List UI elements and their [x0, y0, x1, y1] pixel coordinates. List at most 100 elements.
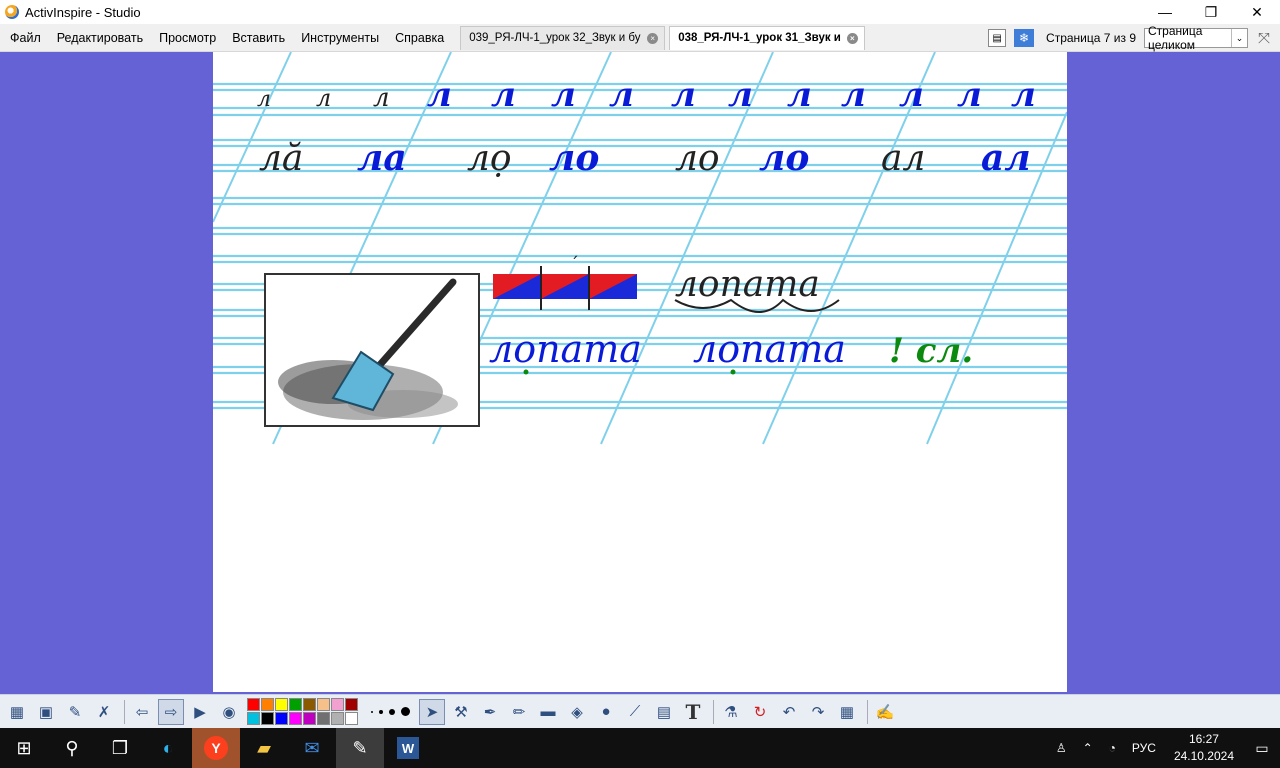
windows-start-icon[interactable]: ⊞ — [0, 728, 48, 768]
fullscreen-icon[interactable]: ⤧ — [1254, 28, 1274, 48]
menu-help[interactable]: Справка — [387, 26, 452, 50]
green-dot — [523, 369, 529, 375]
people-icon[interactable]: ♙ — [1048, 741, 1075, 755]
main-menu-icon[interactable]: ▦ — [4, 699, 30, 725]
color-swatch[interactable] — [317, 712, 330, 725]
minimize-button[interactable]: — — [1142, 0, 1188, 24]
workspace: л л л л л л л л л л л л л л лă ла лọ ло — [0, 52, 1280, 694]
shapes-icon[interactable]: ● — [593, 699, 619, 725]
color-swatch[interactable] — [331, 698, 344, 711]
clapper-icon[interactable]: ▤ — [651, 699, 677, 725]
play-icon[interactable]: ▶ — [187, 699, 213, 725]
color-swatch[interactable] — [289, 712, 302, 725]
browser-icon[interactable]: ▣ — [33, 699, 59, 725]
width-dot[interactable] — [401, 707, 410, 716]
tools-icon[interactable]: ⚒ — [448, 699, 474, 725]
color-swatch[interactable] — [345, 698, 358, 711]
edge-icon[interactable]: ◐ — [144, 728, 192, 768]
prev-page-icon[interactable]: ⇦ — [129, 699, 155, 725]
clear-icon[interactable]: ⚗ — [718, 699, 744, 725]
task-view-icon[interactable]: ❐ — [96, 728, 144, 768]
separator — [867, 699, 868, 724]
pen-width-selector[interactable] — [368, 707, 413, 716]
word-icon[interactable]: W — [384, 728, 432, 768]
snowflake-icon[interactable]: ❄ — [1014, 29, 1035, 47]
color-swatch[interactable] — [289, 698, 302, 711]
menu-insert[interactable]: Вставить — [224, 26, 293, 50]
color-swatch[interactable] — [317, 698, 330, 711]
pen-icon[interactable]: ✒ — [477, 699, 503, 725]
color-swatch[interactable] — [275, 712, 288, 725]
letter-blue: л — [609, 75, 634, 115]
clock-date: 24.10.2024 — [1173, 749, 1234, 763]
reset-page-icon[interactable]: ↻ — [747, 699, 773, 725]
shovel-picture[interactable] — [264, 273, 480, 427]
color-swatch[interactable] — [331, 712, 344, 725]
tab-lesson-32[interactable]: 039_РЯ-ЛЧ-1_урок 32_Звук и бук × — [460, 25, 666, 50]
title-bar: ActivInspire - Studio — ❐ ✕ — [0, 0, 1280, 24]
main-toolbox: ▦ ▣ ✎ ✗ ⇦ ⇨ ▶ ◉ ➤ ⚒ ✒ ✏ ▬ ◈ ● ⟋ ▤ T ⚗ ↻ … — [0, 694, 1280, 728]
color-swatch[interactable] — [261, 698, 274, 711]
separator — [713, 699, 714, 724]
activinspire-taskbar-icon[interactable]: ✎ — [336, 728, 384, 768]
notifications-icon[interactable]: ▭ — [1244, 728, 1280, 768]
width-dot[interactable] — [371, 710, 373, 713]
network-icon[interactable]: ◔ — [1101, 741, 1124, 755]
select-arrow-icon[interactable]: ➤ — [419, 698, 445, 725]
color-swatch[interactable] — [261, 712, 274, 725]
color-swatch[interactable] — [345, 712, 358, 725]
width-dot[interactable] — [379, 709, 383, 714]
chevron-up-icon[interactable]: ⌃ — [1075, 741, 1101, 755]
letter-blue: л — [551, 75, 576, 115]
flipchart-icon[interactable]: ✎ — [62, 699, 88, 725]
restore-button[interactable]: ❐ — [1188, 0, 1234, 24]
language-indicator[interactable]: РУС — [1124, 741, 1164, 755]
undo-icon[interactable]: ↶ — [776, 699, 802, 725]
highlighter-icon[interactable]: ✏ — [506, 699, 532, 725]
page-notes-icon[interactable]: ▦ — [834, 699, 860, 725]
syllable-blue: ло — [759, 137, 809, 179]
clock[interactable]: 16:27 24.10.2024 — [1164, 731, 1244, 765]
pen-mode-icon[interactable]: ✍ — [872, 699, 898, 725]
menu-edit[interactable]: Редактировать — [49, 26, 151, 50]
clock-time: 16:27 — [1188, 732, 1219, 746]
color-swatch[interactable] — [247, 698, 260, 711]
next-page-icon[interactable]: ⇨ — [158, 698, 184, 725]
page-sorter-icon[interactable]: ▤ — [988, 29, 1007, 47]
syllable-blue: ла — [357, 137, 407, 179]
menu-view[interactable]: Просмотр — [151, 26, 224, 50]
color-swatch[interactable] — [275, 698, 288, 711]
letter-blue: л — [427, 75, 452, 115]
tab-close-icon[interactable]: × — [647, 32, 659, 44]
menu-tools[interactable]: Инструменты — [293, 26, 387, 50]
color-palette[interactable] — [247, 698, 358, 725]
desktop-annotate-icon[interactable]: ✗ — [91, 699, 117, 725]
syllable-sample: ал — [881, 138, 925, 179]
redo-icon[interactable]: ↷ — [805, 699, 831, 725]
file-explorer-icon[interactable]: ▰ — [240, 728, 288, 768]
chevron-down-icon[interactable]: ⌄ — [1231, 29, 1247, 47]
text-tool-icon[interactable]: T — [680, 699, 706, 725]
written-word-marked: лопата — [693, 327, 846, 371]
color-swatch[interactable] — [247, 712, 260, 725]
tab-lesson-31[interactable]: 038_РЯ-ЛЧ-1_урок 31_Звук и × — [669, 25, 865, 50]
flipchart-page[interactable]: л л л л л л л л л л л л л л лă ла лọ ло — [213, 52, 1067, 692]
tab-close-icon[interactable]: × — [846, 32, 858, 44]
syllable-sample: ло — [675, 138, 720, 179]
yandex-icon[interactable]: Y — [192, 728, 240, 768]
width-dot[interactable] — [389, 708, 395, 715]
menu-file[interactable]: Файл — [2, 26, 49, 50]
connector-icon[interactable]: ⟋ — [622, 699, 648, 725]
color-swatch[interactable] — [303, 712, 316, 725]
mail-icon[interactable]: ✉ — [288, 728, 336, 768]
globe-icon[interactable]: ◉ — [216, 699, 242, 725]
color-swatch[interactable] — [303, 698, 316, 711]
eraser-icon[interactable]: ▬ — [535, 699, 561, 725]
zoom-select[interactable]: Страница целиком ⌄ — [1144, 24, 1248, 52]
letter-blue: л — [841, 75, 866, 115]
close-button[interactable]: ✕ — [1234, 0, 1280, 24]
search-icon[interactable]: ⚲ — [48, 728, 96, 768]
letter-blue: л — [671, 75, 696, 115]
fill-icon[interactable]: ◈ — [564, 699, 590, 725]
menu-bar: Файл Редактировать Просмотр Вставить Инс… — [0, 24, 1280, 52]
